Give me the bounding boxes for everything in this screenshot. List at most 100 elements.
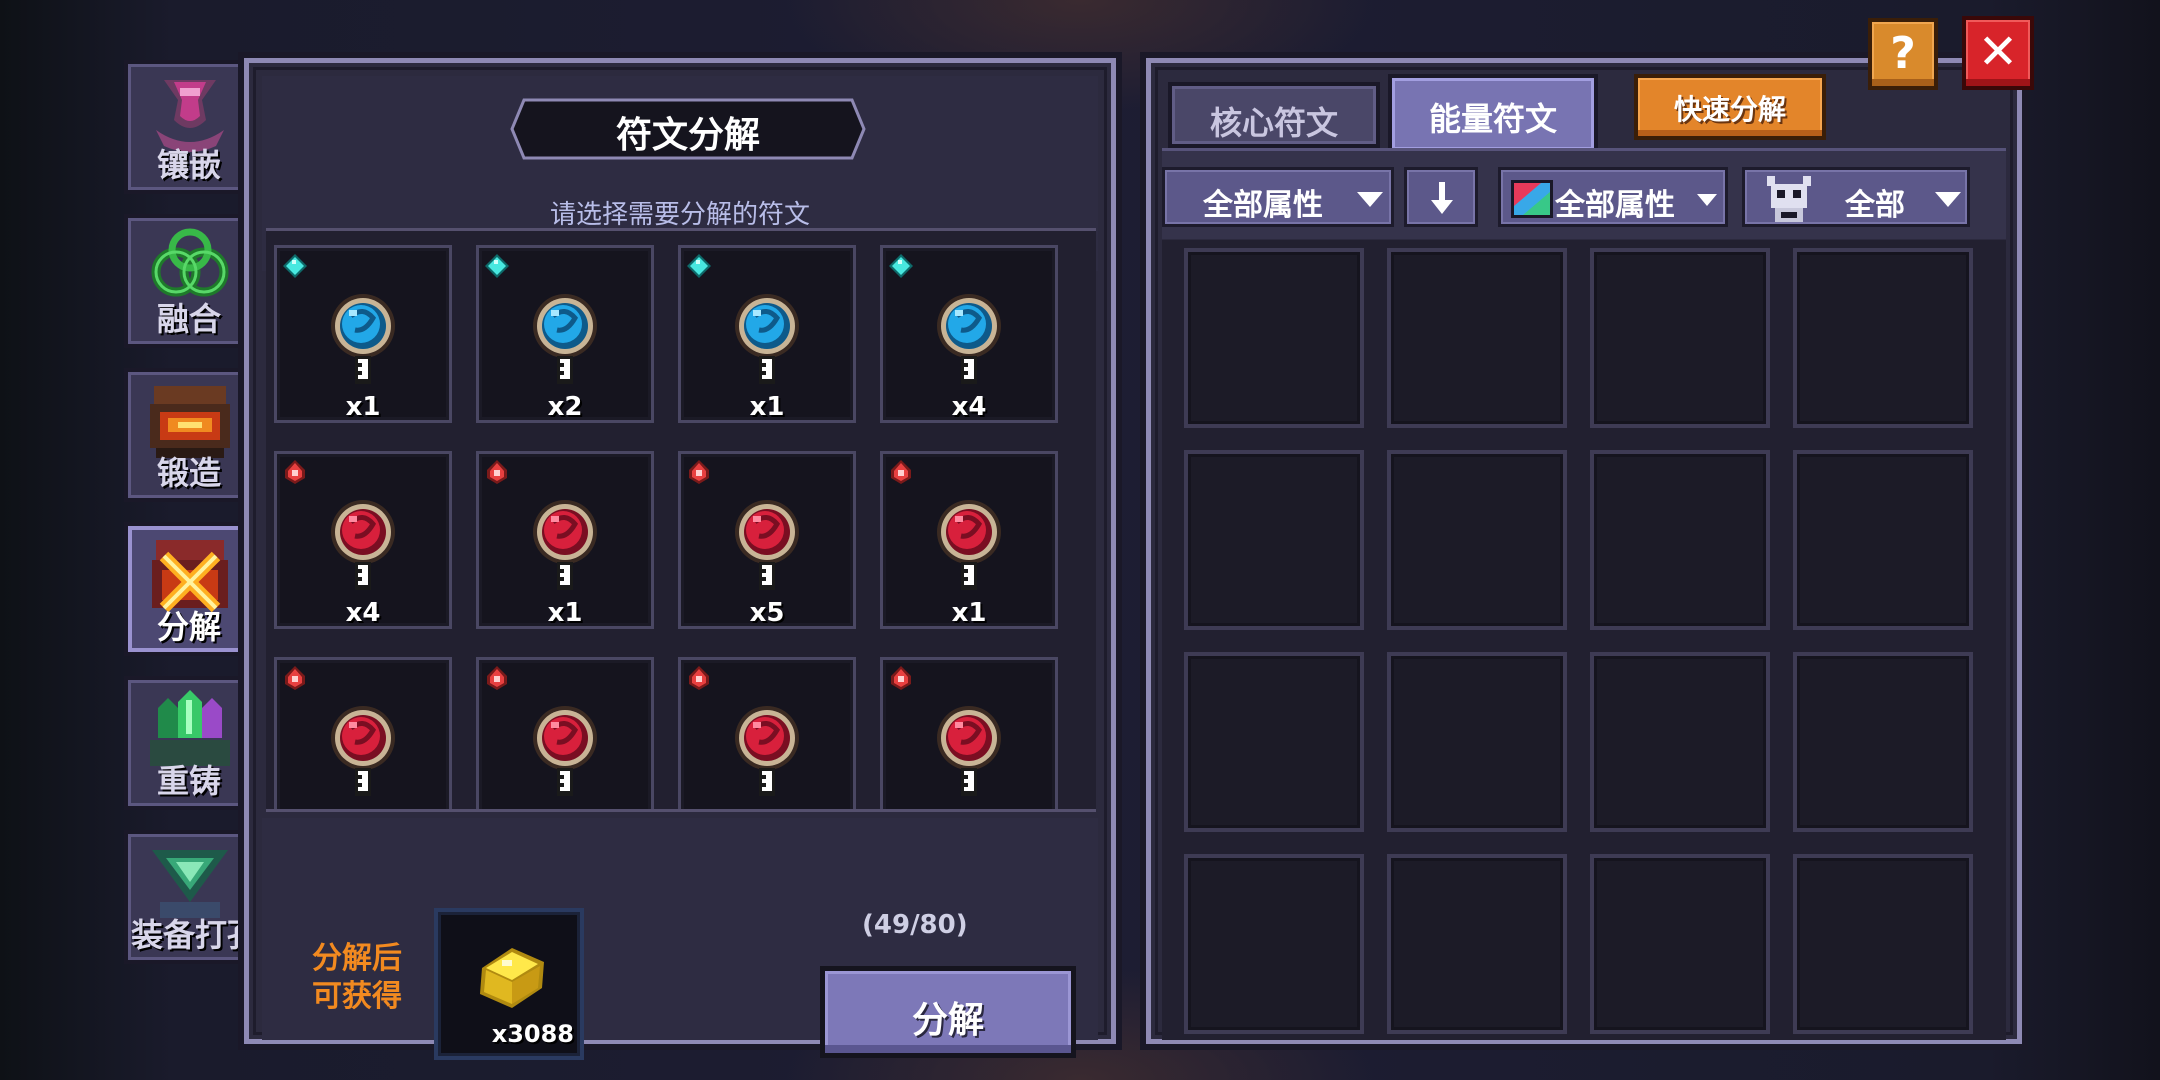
tab-label: 核心符文 — [1209, 104, 1338, 142]
rune-slot[interactable] — [274, 657, 452, 809]
inventory-slot[interactable] — [1590, 854, 1770, 1034]
rune-quantity: x4 — [951, 392, 987, 422]
help-button[interactable]: ? — [1868, 18, 1938, 90]
fire-badge-icon — [689, 460, 709, 484]
chevron-down-icon — [1697, 194, 1717, 206]
side-tab-label: 重铸 — [156, 762, 221, 800]
side-tab-inlay[interactable]: 镶嵌 — [124, 60, 254, 194]
fire-badge-icon — [285, 666, 305, 690]
monster-icon — [1767, 176, 1811, 222]
inventory-slot[interactable] — [1184, 854, 1364, 1034]
inventory-slot[interactable] — [1590, 248, 1770, 428]
blue-rune-icon — [331, 294, 395, 384]
fire-badge-icon — [285, 460, 305, 484]
blue-rune-icon — [735, 294, 799, 384]
fire-badge-icon — [891, 666, 911, 690]
rune-slot[interactable]: x1 — [678, 245, 856, 423]
reward-slot: x3088 — [434, 908, 584, 1060]
inventory-slot[interactable] — [1184, 450, 1364, 630]
decompose-button[interactable]: 分解 — [820, 966, 1076, 1058]
side-tab-forge[interactable]: 锻造 — [124, 368, 254, 502]
inventory-slot[interactable] — [1184, 652, 1364, 832]
fire-badge-icon — [891, 460, 911, 484]
fire-badge-icon — [689, 666, 709, 690]
red-rune-icon — [735, 500, 799, 590]
red-rune-icon — [533, 500, 597, 590]
fire-badge-icon — [487, 666, 507, 690]
rune-slot[interactable]: x4 — [274, 451, 452, 629]
inventory-slot[interactable] — [1590, 450, 1770, 630]
chevron-down-icon — [1935, 192, 1961, 207]
inventory-slot[interactable] — [1793, 854, 1973, 1034]
diamond-badge-icon — [485, 254, 509, 278]
title-plate — [510, 98, 866, 160]
blue-rune-icon — [533, 294, 597, 384]
class-filter-dropdown[interactable]: 全部 — [1742, 167, 1970, 227]
element-filter-dropdown[interactable]: 全部属性 — [1498, 167, 1728, 227]
side-tab-label: 分解 — [156, 608, 221, 646]
rune-quantity: x1 — [547, 598, 583, 628]
red-rune-icon — [735, 706, 799, 796]
rune-quantity: x5 — [749, 598, 785, 628]
rune-slot[interactable] — [880, 657, 1058, 809]
tab-label: 能量符文 — [1428, 100, 1557, 138]
diamond-badge-icon — [283, 254, 307, 278]
decompose-footer: 分解后 可获得 x3088 (49/80) 分解 — [262, 818, 1098, 1060]
quick-decompose-label: 快速分解 — [1673, 93, 1786, 126]
rune-quantity: x4 — [345, 598, 381, 628]
red-rune-icon — [937, 500, 1001, 590]
red-rune-icon — [331, 500, 395, 590]
inventory-slot[interactable] — [1387, 248, 1567, 428]
inventory-slot[interactable] — [1184, 248, 1364, 428]
red-rune-icon — [937, 706, 1001, 796]
side-tab-decompose[interactable]: 分解 — [124, 522, 254, 656]
inventory-slot[interactable] — [1387, 652, 1567, 832]
rune-selection-grid: x1 x2 x1 x4 x4 x1 x5 x1 — [266, 228, 1096, 812]
diamond-badge-icon — [889, 254, 913, 278]
close-button[interactable]: ✕ — [1962, 16, 2034, 90]
rune-slot[interactable]: x4 — [880, 245, 1058, 423]
rune-slot[interactable] — [476, 657, 654, 809]
side-tab-label: 融合 — [156, 300, 221, 338]
close-icon: ✕ — [1977, 24, 2019, 80]
rune-slot[interactable]: x2 — [476, 245, 654, 423]
rune-slot[interactable] — [678, 657, 856, 809]
diamond-badge-icon — [687, 254, 711, 278]
filter-bar: 全部属性 全部属性 全部 — [1162, 148, 2006, 239]
rune-quantity: x1 — [951, 598, 987, 628]
attribute-filter-dropdown[interactable]: 全部属性 — [1162, 167, 1394, 227]
quick-decompose-button[interactable]: 快速分解 — [1634, 74, 1826, 140]
reward-label: 分解后 可获得 — [312, 941, 402, 1014]
rune-slot[interactable]: x5 — [678, 451, 856, 629]
side-tab-recast[interactable]: 重铸 — [124, 676, 254, 810]
sort-order-button[interactable] — [1404, 167, 1478, 227]
rune-quantity: x2 — [547, 392, 583, 422]
arrow-down-icon — [1431, 182, 1453, 214]
fire-badge-icon — [487, 460, 507, 484]
inventory-slot[interactable] — [1793, 652, 1973, 832]
side-tab-socket[interactable]: 装备打孔 — [124, 830, 259, 964]
inventory-slot[interactable] — [1793, 248, 1973, 428]
reward-amount: x3088 — [491, 1020, 574, 1048]
panel-subtitle: 请选择需要分解的符文 — [549, 200, 810, 230]
rune-slot[interactable]: x1 — [476, 451, 654, 629]
inventory-slot[interactable] — [1387, 450, 1567, 630]
inventory-slot[interactable] — [1590, 652, 1770, 832]
rune-slot[interactable]: x1 — [880, 451, 1058, 629]
rune-inventory-grid — [1162, 240, 2006, 1040]
red-rune-icon — [331, 706, 395, 796]
inventory-slot[interactable] — [1387, 854, 1567, 1034]
element-colors-icon — [1511, 180, 1553, 218]
rune-slot[interactable]: x1 — [274, 245, 452, 423]
gold-ore-icon — [480, 948, 544, 1008]
inventory-slot[interactable] — [1793, 450, 1973, 630]
tab-energy-runes[interactable]: 能量符文 — [1388, 74, 1598, 154]
rune-decompose-panel: 符文分解 请选择需要分解的符文 x1 x2 x1 x4 x4 x1 x5 x1 … — [238, 52, 1122, 1060]
rune-quantity: x1 — [345, 392, 381, 422]
decompose-button-label: 分解 — [911, 1000, 984, 1041]
tab-core-runes[interactable]: 核心符文 — [1168, 82, 1380, 148]
side-tab-fusion[interactable]: 融合 — [124, 214, 254, 348]
help-icon: ? — [1890, 28, 1916, 79]
class-filter-value: 全部 — [1845, 188, 1905, 223]
element-filter-value: 全部属性 — [1555, 188, 1675, 223]
